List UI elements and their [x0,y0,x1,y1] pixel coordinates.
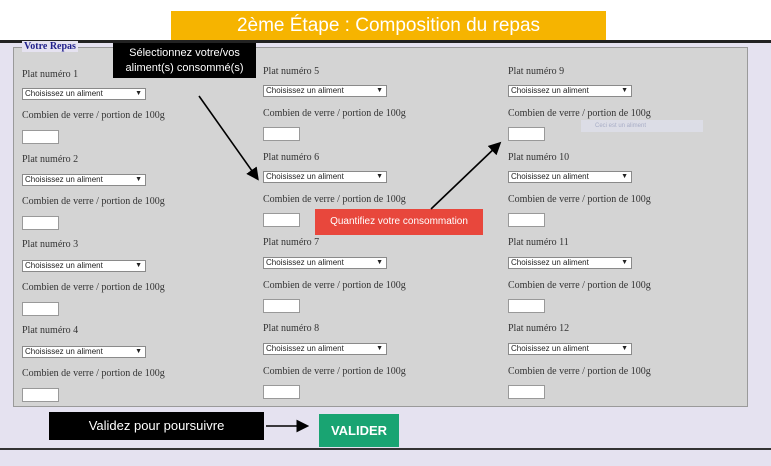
arrow-to-quantity [430,141,502,210]
annotation-arrows [198,95,502,433]
arrow-to-select [198,95,259,181]
bottom-divider [0,448,771,466]
validate-button[interactable]: VALIDER [319,414,399,447]
